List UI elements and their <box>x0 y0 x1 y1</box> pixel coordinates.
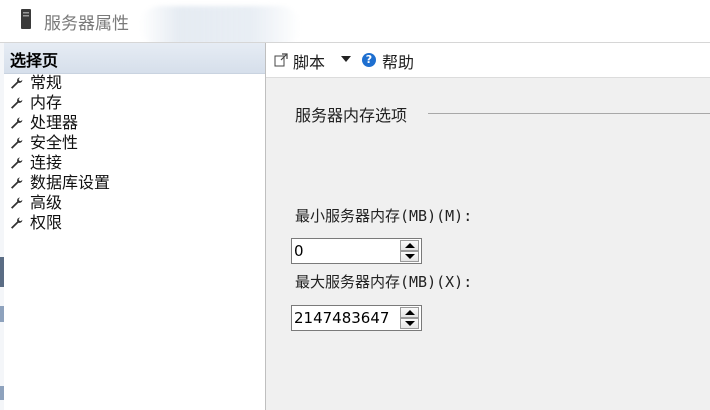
down-arrow-icon <box>405 321 415 326</box>
wrench-icon <box>11 217 23 229</box>
page-item-label: 数据库设置 <box>30 173 111 192</box>
page-item-label: 安全性 <box>30 133 79 152</box>
page-item-label: 连接 <box>30 153 63 172</box>
page-item-advanced[interactable]: 高级 <box>4 193 265 213</box>
up-arrow-icon <box>405 310 415 315</box>
page-item-label: 权限 <box>30 213 63 232</box>
wrench-icon <box>11 137 23 149</box>
server-icon <box>21 9 31 29</box>
title-bar: 服务器属性 <box>0 0 710 46</box>
script-icon[interactable] <box>274 53 288 67</box>
wrench-icon <box>11 157 23 169</box>
wrench-icon <box>11 177 23 189</box>
min-memory-decrement-button[interactable] <box>400 251 419 262</box>
memory-page: 脚本 ? 帮助 服务器内存选项 最小服务器内存(MB)(M): 最大服务器内存(… <box>266 43 710 410</box>
max-memory-input[interactable] <box>294 308 394 328</box>
memory-options-group-title: 服务器内存选项 <box>295 106 408 125</box>
page-item-connections[interactable]: 连接 <box>4 153 265 173</box>
max-memory-decrement-button[interactable] <box>400 318 419 329</box>
wrench-icon <box>11 97 23 109</box>
wrench-icon <box>11 197 23 209</box>
window-title: 服务器属性 <box>44 14 129 34</box>
page-item-processors[interactable]: 处理器 <box>4 113 265 133</box>
select-page-header: 选择页 <box>4 43 265 74</box>
min-memory-label: 最小服务器内存(MB)(M): <box>295 207 473 225</box>
page-list: 常规 内存 处理器 安全性 连接 数据库设置 高级 权限 <box>4 73 265 233</box>
group-divider <box>428 113 710 114</box>
min-memory-increment-button[interactable] <box>400 240 419 251</box>
wrench-icon <box>11 117 23 129</box>
help-button[interactable]: 帮助 <box>382 49 414 73</box>
toolbar: 脚本 ? 帮助 <box>266 43 710 78</box>
min-memory-input[interactable] <box>294 241 394 261</box>
page-item-database-settings[interactable]: 数据库设置 <box>4 173 265 193</box>
page-item-label: 处理器 <box>30 113 79 132</box>
help-icon[interactable]: ? <box>362 53 376 67</box>
page-item-permissions[interactable]: 权限 <box>4 213 265 233</box>
max-memory-label: 最大服务器内存(MB)(X): <box>295 273 473 291</box>
select-page-pane: 选择页 常规 内存 处理器 安全性 连接 数据库设置 高级 权限 <box>4 43 265 410</box>
page-item-label: 内存 <box>30 93 63 112</box>
up-arrow-icon <box>405 243 415 248</box>
page-item-label: 常规 <box>30 73 63 92</box>
select-page-title: 选择页 <box>10 51 59 70</box>
max-memory-stepper[interactable] <box>291 305 422 331</box>
max-memory-increment-button[interactable] <box>400 307 419 318</box>
script-dropdown-arrow-icon[interactable] <box>341 56 351 62</box>
page-item-general[interactable]: 常规 <box>4 73 265 93</box>
title-blur-decoration <box>140 6 300 46</box>
down-arrow-icon <box>405 254 415 259</box>
page-item-label: 高级 <box>30 193 63 212</box>
min-memory-stepper[interactable] <box>291 238 422 264</box>
wrench-icon <box>11 77 23 89</box>
page-item-memory[interactable]: 内存 <box>4 93 265 113</box>
script-button[interactable]: 脚本 <box>293 49 325 73</box>
page-item-security[interactable]: 安全性 <box>4 133 265 153</box>
